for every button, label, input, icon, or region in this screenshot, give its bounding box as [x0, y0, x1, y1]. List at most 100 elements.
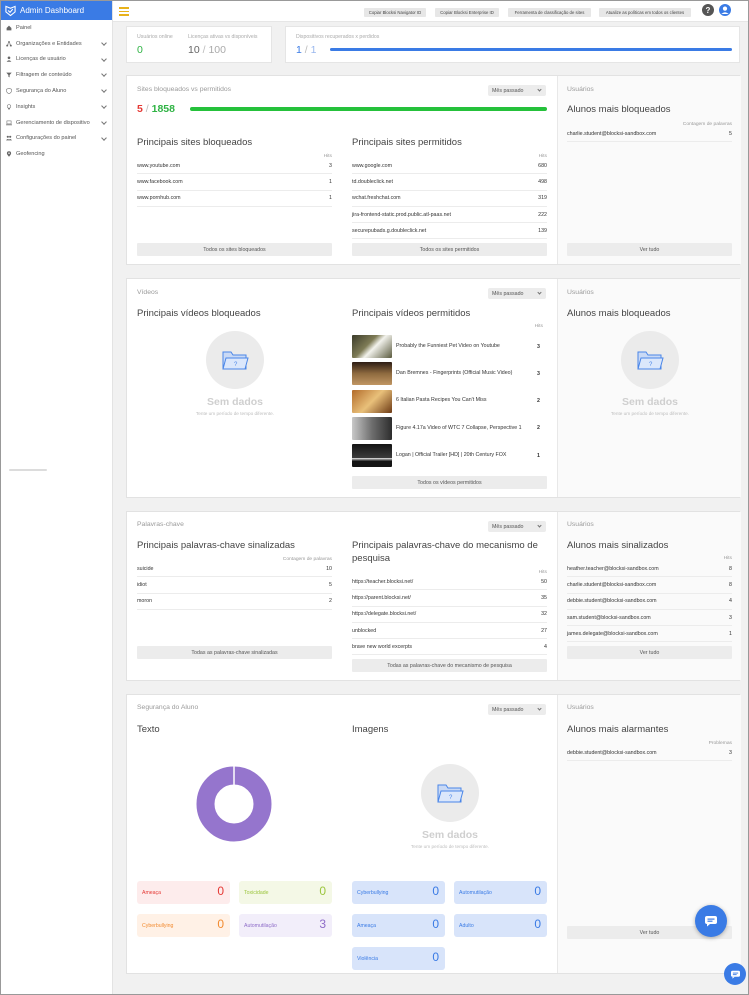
flagged-keyword-row[interactable]: suicide 10	[137, 561, 332, 578]
category-count: 0	[217, 884, 224, 898]
allowed-video-row[interactable]: Figure 4.17a Video of WTC 7 Collapse, Pe…	[352, 415, 547, 442]
student-row-count: 3	[729, 749, 732, 756]
allowed-site-row[interactable]: www.google.com 680	[352, 158, 547, 175]
chat-support-button[interactable]	[695, 905, 727, 937]
no-data-title: Sem dados	[421, 829, 479, 841]
safety-period-dropdown[interactable]: Mês passado	[488, 704, 546, 715]
sidebar-item-gerenciamento-de-dispositivo[interactable]: Gerenciamento de dispositivo	[1, 115, 112, 131]
sidebar-item-configura-es-do-painel[interactable]: Configurações do painel	[1, 131, 112, 147]
student-row-count: 8	[729, 565, 732, 572]
keywords-period-dropdown[interactable]: Mês passado	[488, 521, 546, 532]
search-keyword-row[interactable]: brave new world excerpts 4	[352, 639, 547, 656]
copy-navigator-id-button[interactable]: Copiar Blocksi Navigator ID	[364, 8, 426, 17]
flagged-keyword-row-count: 2	[329, 598, 332, 605]
top-allowed-videos-title: Principais vídeos permitidos	[352, 308, 471, 319]
allowed-site-row[interactable]: wchat.freshchat.com 319	[352, 191, 547, 207]
image-category-tile[interactable]: Ameaça 0	[352, 914, 445, 937]
student-row[interactable]: debbie.student@blocksi-sandbox.com 3	[567, 745, 732, 762]
allowed-video-row[interactable]: 6 Italian Pasta Recipes You Can't Miss 2	[352, 388, 547, 415]
image-category-tile[interactable]: Automutilação 0	[454, 881, 547, 904]
student-row[interactable]: charlie.student@blocksi-sandbox.com 8	[567, 577, 732, 594]
flagged-keyword-row[interactable]: moron 2	[137, 594, 332, 610]
all-allowed-sites-button[interactable]: Todos os sites permitidos	[352, 243, 547, 256]
allowed-site-row[interactable]: td.doubleclick.net 498	[352, 174, 547, 191]
image-category-tile[interactable]: Violência 0	[352, 947, 445, 970]
video-thumbnail[interactable]	[352, 444, 392, 468]
student-row[interactable]: heather.teacher@blocksi-sandbox.com 8	[567, 561, 732, 578]
video-thumbnail[interactable]	[352, 335, 392, 358]
blocked-site-row[interactable]: www.facebook.com 1	[137, 174, 332, 191]
blocked-site-row[interactable]: www.youtube.com 3	[137, 158, 332, 175]
video-thumbnail[interactable]	[352, 416, 392, 440]
empty-folder-icon: ?	[421, 764, 479, 822]
all-search-keywords-button[interactable]: Todas as palavras-chave do mecanismo de …	[352, 659, 547, 672]
online-users-label: Usuários online	[137, 34, 173, 40]
location-icon	[6, 151, 12, 157]
all-allowed-videos-button[interactable]: Todos os vídeos permitidos	[352, 476, 547, 489]
video-thumbnail[interactable]	[352, 362, 392, 386]
video-hits: 2	[537, 425, 540, 432]
sidebar-item-organiza-es-e-entidades[interactable]: Organizações e Entidades	[1, 36, 112, 52]
sidebar-item-licen-as-de-usu-rio[interactable]: Licenças de usuário	[1, 52, 112, 68]
sidebar-item-seguran-a-do-aluno[interactable]: Segurança do Aluno	[1, 83, 112, 99]
chat-launcher-button[interactable]	[724, 963, 746, 985]
search-keyword-row[interactable]: https://teacher.blocksi.net/50	[352, 574, 547, 591]
top-blocked-videos-title: Principais vídeos bloqueados	[137, 308, 261, 319]
sidebar-ghost-item	[9, 469, 47, 471]
allowed-site-row[interactable]: securepubads.g.doubleclick.net 139	[352, 223, 547, 240]
category-count: 0	[217, 917, 224, 931]
sidebar-item-insights[interactable]: Insights	[1, 99, 112, 115]
student-row-count: 5	[729, 130, 732, 137]
sidebar-item-filtragem-de-conte-do[interactable]: Filtragem de conteúdo	[1, 67, 112, 83]
hamburger-menu-icon[interactable]	[119, 7, 129, 16]
search-keyword-row[interactable]: https://parent.blocksi.net/35	[352, 590, 547, 607]
video-hits: 1	[537, 452, 540, 459]
copy-enterprise-id-button[interactable]: Copiar Blocksi Enterprise ID	[435, 8, 499, 17]
student-row-label: heather.teacher@blocksi-sandbox.com	[567, 565, 659, 572]
videos-section-title: Vídeos	[137, 289, 159, 296]
chevron-down-icon	[101, 39, 107, 46]
sites-period-dropdown[interactable]: Mês passado	[488, 85, 546, 96]
search-keyword-row[interactable]: https://delegate.blocksi.net/32	[352, 607, 547, 623]
image-category-tile[interactable]: Adulto 0	[454, 914, 547, 937]
text-category-tile[interactable]: Automutilação 3	[239, 914, 332, 937]
student-row[interactable]: james.delegate@blocksi-sandbox.com 1	[567, 626, 732, 643]
flagged-keyword-row[interactable]: idiot 5	[137, 577, 332, 594]
allowed-video-row[interactable]: Probably the Funniest Pet Video on Youtu…	[352, 333, 547, 360]
safety-section-title: Segurança do Aluno	[137, 704, 199, 711]
sites-period-value: Mês passado	[492, 87, 524, 94]
blocked-students-empty-state: ? Sem dados Tente um período de tempo di…	[590, 331, 710, 416]
videos-hits-header: Hits	[534, 324, 543, 329]
student-row[interactable]: debbie.student@blocksi-sandbox.com 4	[567, 594, 732, 610]
search-keyword-row[interactable]: unblocked 27	[352, 623, 547, 640]
blocksi-logo-icon	[5, 5, 16, 16]
allowed-site-row[interactable]: jira-frontend-static.prod.public.atl-paa…	[352, 207, 547, 224]
category-label: Adulto	[459, 922, 474, 929]
site-classification-tool-button[interactable]: Ferramenta de classificação de sites	[508, 8, 591, 17]
text-category-tile[interactable]: Cyberbullying 0	[137, 914, 230, 937]
sidebar-item-geofencing[interactable]: Geofencing	[1, 146, 112, 162]
video-thumbnail[interactable]	[352, 389, 392, 413]
video-hits: 2	[537, 398, 540, 405]
empty-folder-icon: ?	[206, 331, 264, 389]
brand-header[interactable]: Admin Dashboard	[1, 1, 112, 20]
update-policies-button[interactable]: Atualize as políticas em todos os client…	[599, 8, 691, 17]
image-category-tile[interactable]: Cyberbullying 0	[352, 881, 445, 904]
allowed-site-row-count: 222	[538, 211, 547, 218]
help-icon[interactable]: ?	[702, 4, 714, 16]
view-all-button[interactable]: Ver tudo	[567, 243, 732, 256]
text-category-tile[interactable]: Toxicidade 0	[239, 881, 332, 904]
videos-period-dropdown[interactable]: Mês passado	[488, 288, 546, 299]
blocked-site-row[interactable]: www.pornhub.com 1	[137, 191, 332, 207]
all-blocked-sites-button[interactable]: Todos os sites bloqueados	[137, 243, 332, 256]
shield-icon	[6, 88, 12, 95]
allowed-video-row[interactable]: Dan Bremnes - Fingerprints (Official Mus…	[352, 360, 547, 387]
user-account-icon[interactable]	[719, 4, 731, 16]
all-flagged-keywords-button[interactable]: Todas as palavras-chave sinalizadas	[137, 646, 332, 659]
student-row[interactable]: charlie.student@blocksi-sandbox.com 5	[567, 126, 732, 143]
allowed-video-row[interactable]: Logan | Official Trailer [HD] | 20th Cen…	[352, 442, 547, 469]
text-category-tile[interactable]: Ameaça 0	[137, 881, 230, 904]
view-all-button[interactable]: Ver tudo	[567, 646, 732, 659]
sidebar-item-painel[interactable]: Painel	[1, 20, 112, 36]
student-row[interactable]: sam.student@blocksi-sandbox.com 3	[567, 610, 732, 627]
